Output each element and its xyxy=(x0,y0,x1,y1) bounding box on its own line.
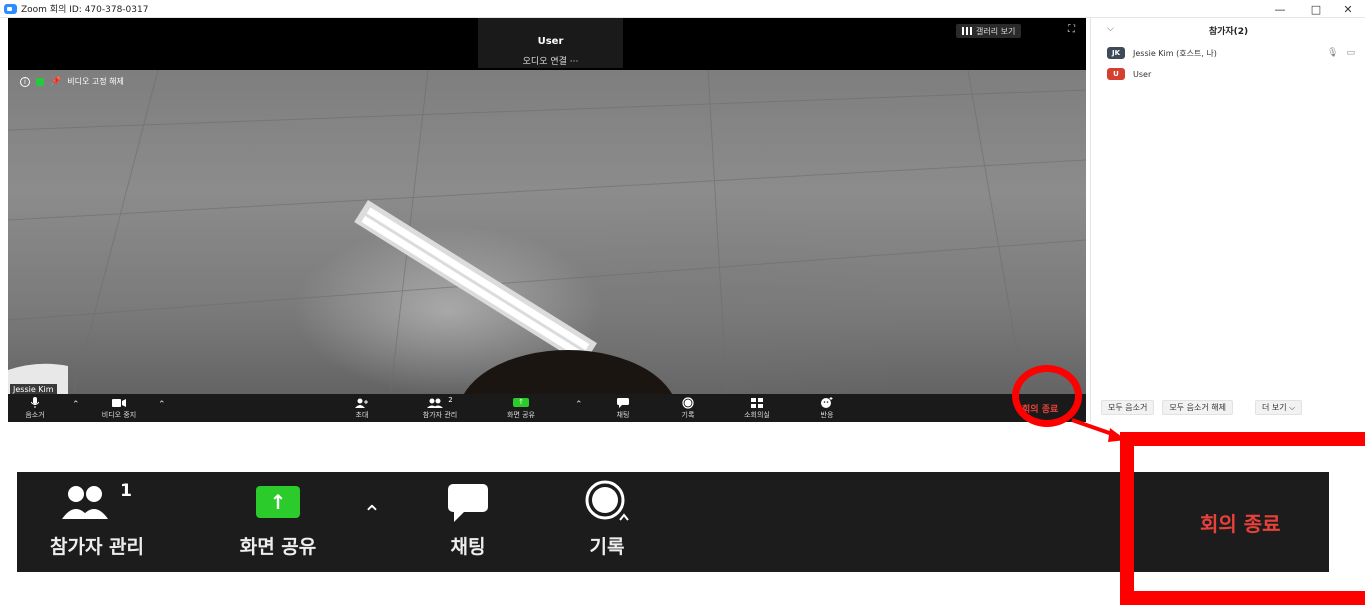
panel-actions: 모두 음소거 모두 음소거 해제 더 보기 ⌵ xyxy=(1101,400,1303,415)
gallery-view-button[interactable]: 갤러리 보기 xyxy=(956,24,1022,38)
speaker-audio-status: 오디오 연결 ··· xyxy=(522,57,579,67)
mic-icon xyxy=(8,396,62,409)
info-icon[interactable]: i xyxy=(20,76,30,87)
pin-icon: 📌 xyxy=(50,76,62,87)
share-screen-button[interactable]: ↑ 화면 공유 xyxy=(494,396,548,420)
unpin-video-button[interactable]: 비디오 고정 해제 xyxy=(67,76,124,87)
chat-label: 채팅 xyxy=(616,411,630,419)
mic-icon[interactable]: 🎙 xyxy=(1327,48,1338,58)
zoom-logo-icon xyxy=(4,3,17,14)
participant-row[interactable]: JK Jessie Kim (호스트, 나) xyxy=(1107,46,1217,60)
close-button[interactable]: ✕ xyxy=(1330,0,1365,18)
zoomed-record-button[interactable]: 기록 xyxy=(572,472,642,559)
zoomed-participants-button[interactable]: 1 참가자 관리 xyxy=(32,472,162,559)
invite-button[interactable]: 초대 xyxy=(335,396,389,420)
invite-label: 초대 xyxy=(355,411,369,419)
zoomed-record-label: 기록 xyxy=(589,536,625,558)
record-icon xyxy=(661,396,715,409)
mute-label: 음소거 xyxy=(25,411,45,419)
meeting-toolbar: 음소거 ⌃ 비디오 중지 ⌃ 초대 2 참가자 관리 ↑ 화면 공유 ⌃ 채팅 … xyxy=(8,394,1086,422)
zoomed-share-button[interactable]: ↑ 화면 공유 xyxy=(223,472,333,559)
chat-icon xyxy=(596,396,650,409)
zoomed-chat-label: 채팅 xyxy=(450,536,486,558)
mute-all-button[interactable]: 모두 음소거 xyxy=(1101,400,1155,415)
video-feed xyxy=(8,70,1086,415)
window-title: Zoom 회의 ID: 470-378-0317 xyxy=(21,5,149,15)
mute-button[interactable]: 음소거 xyxy=(8,396,62,420)
highlight-rectangle xyxy=(1120,432,1365,605)
reactions-button[interactable]: 반응 xyxy=(800,396,854,420)
active-speaker-tile[interactable]: User 오디오 연결 ··· xyxy=(478,18,623,68)
record-button[interactable]: 기록 xyxy=(661,396,715,420)
breakout-icon xyxy=(730,396,784,409)
chat-icon xyxy=(433,472,503,532)
lock-icon[interactable] xyxy=(36,77,44,86)
zoomed-participants-label: 참가자 관리 xyxy=(49,536,144,558)
share-arrow-icon: ↑ xyxy=(513,398,529,407)
participant-name: User xyxy=(1133,69,1152,79)
minimize-button[interactable]: — xyxy=(1262,0,1298,18)
caret-up-icon[interactable]: ⌃ xyxy=(575,400,583,410)
share-label: 화면 공유 xyxy=(507,411,535,419)
avatar: U xyxy=(1107,68,1125,80)
participants-label: 참가자 관리 xyxy=(422,411,458,419)
avatar: JK xyxy=(1107,47,1125,59)
video-icon xyxy=(92,396,146,409)
invite-icon xyxy=(335,396,389,409)
breakout-rooms-button[interactable]: 소회의실 xyxy=(730,396,784,420)
panel-header: ⌵ 참가자(2) xyxy=(1091,24,1365,38)
caret-up-icon[interactable]: ⌃ xyxy=(72,400,80,410)
fullscreen-icon[interactable]: ⛶ xyxy=(1068,24,1075,35)
video-overlay-info: i 📌 비디오 고정 해제 xyxy=(20,76,124,87)
zoom-window: Zoom 회의 ID: 470-378-0317 — □ ✕ User 오디오 … xyxy=(0,0,1365,605)
title-bar: Zoom 회의 ID: 470-378-0317 xyxy=(0,0,1365,18)
record-label: 기록 xyxy=(681,411,695,419)
participant-status-icons: 🎙 ▭ xyxy=(1327,48,1355,58)
maximize-button[interactable]: □ xyxy=(1298,0,1334,18)
video-area: User 오디오 연결 ··· 갤러리 보기 ⛶ i 📌 비디오 고정 해제 J… xyxy=(8,18,1086,422)
zoomed-share-label: 화면 공유 xyxy=(239,536,317,558)
participants-panel: ⌵ 참가자(2) JK Jessie Kim (호스트, 나) 🎙 ▭ U Us… xyxy=(1090,18,1365,422)
caret-up-icon[interactable]: ⌃ xyxy=(158,400,166,410)
reaction-icon xyxy=(800,396,854,409)
participants-button[interactable]: 2 참가자 관리 xyxy=(413,396,467,420)
more-button[interactable]: 더 보기 ⌵ xyxy=(1254,400,1303,415)
share-arrow-icon: ↑ xyxy=(256,486,300,518)
participants-icon: 1 xyxy=(32,472,162,532)
participant-row[interactable]: U User xyxy=(1107,67,1151,81)
video-icon[interactable]: ▭ xyxy=(1346,48,1355,58)
unmute-all-button[interactable]: 모두 음소거 해제 xyxy=(1162,400,1233,415)
active-speaker-name: User xyxy=(537,36,564,47)
stop-video-button[interactable]: 비디오 중지 xyxy=(92,396,146,420)
grid-icon xyxy=(962,27,972,35)
share-arrow-icon-wrap: ↑ xyxy=(494,396,548,409)
chat-button[interactable]: 채팅 xyxy=(596,396,650,420)
participants-count: 2 xyxy=(448,395,453,404)
zoomed-chat-button[interactable]: 채팅 xyxy=(433,472,503,559)
participants-count: 1 xyxy=(120,481,132,501)
reactions-label: 반응 xyxy=(820,411,834,419)
record-icon xyxy=(572,472,642,532)
panel-title: 참가자(2) xyxy=(1208,27,1249,37)
stop-video-label: 비디오 중지 xyxy=(101,411,137,419)
ceiling-image xyxy=(8,70,1086,415)
gallery-view-label: 갤러리 보기 xyxy=(976,26,1016,36)
participant-name: Jessie Kim (호스트, 나) xyxy=(1133,48,1217,58)
caret-up-icon[interactable]: ⌃ xyxy=(355,502,389,527)
share-arrow-icon-wrap: ↑ xyxy=(223,472,333,532)
breakout-label: 소회의실 xyxy=(744,411,770,419)
participants-icon: 2 xyxy=(413,396,467,409)
